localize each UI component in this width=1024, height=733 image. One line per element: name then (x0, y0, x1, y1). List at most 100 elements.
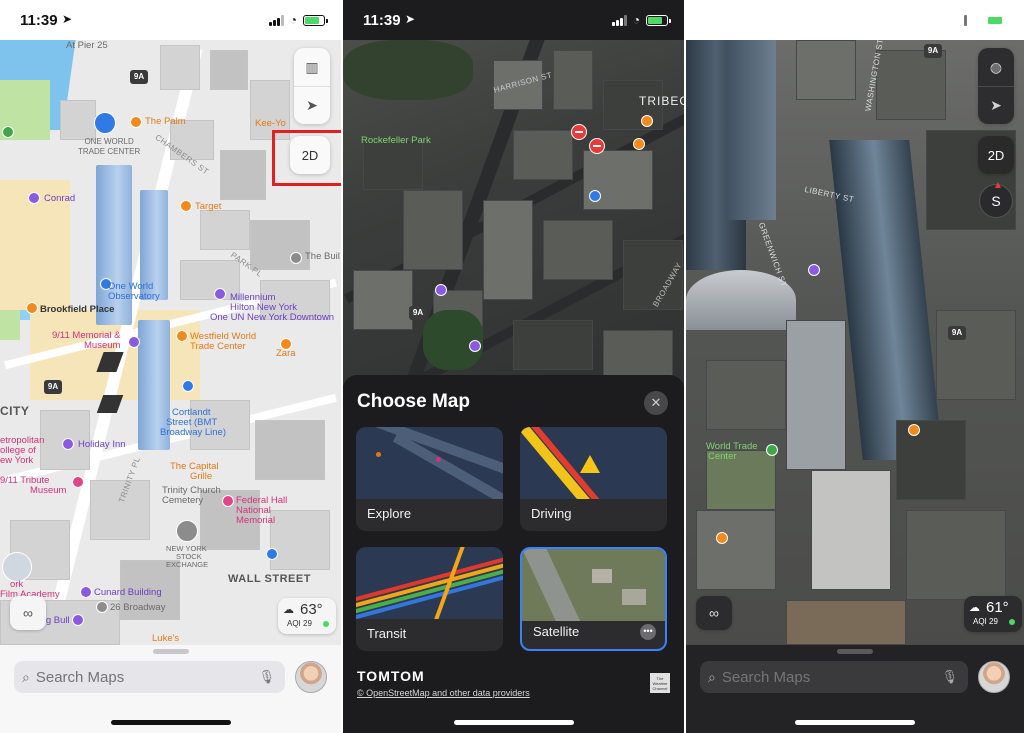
map-icon: ▥ (305, 58, 319, 75)
microphone-icon[interactable]: 🎙 (258, 669, 275, 685)
memorial-pin-icon[interactable] (469, 340, 481, 352)
subway-pin-icon[interactable] (589, 190, 601, 202)
search-sheet: ⌕ 🎙 (0, 645, 341, 733)
stock-exchange-pin-icon[interactable] (176, 520, 198, 542)
sheet-grabber[interactable] (837, 649, 873, 654)
look-around-button[interactable]: ∞ (10, 596, 46, 630)
memorial-pin-icon[interactable] (128, 336, 140, 348)
map-mode-button[interactable]: ◍ (978, 48, 1014, 86)
2d-button-highlight (272, 130, 341, 186)
microphone-icon[interactable]: 🎙 (941, 669, 958, 685)
memorial-pin-icon[interactable] (808, 264, 820, 276)
compass-button[interactable]: S (979, 182, 1013, 218)
landmark-pin-icon[interactable] (435, 284, 447, 296)
satellite-map-canvas[interactable]: WASHINGTON ST LIBERTY ST GREENWICH ST 9A… (686, 40, 1024, 645)
driving-thumbnail (520, 427, 667, 499)
status-time: 11:39 (363, 12, 401, 29)
cellular-signal-icon (268, 14, 284, 26)
map-mode-button[interactable]: ▥ (294, 48, 330, 86)
search-input[interactable] (35, 668, 259, 686)
subway-pin-icon[interactable] (182, 380, 194, 392)
landmark-pin-icon[interactable] (80, 586, 92, 598)
binoculars-icon: ∞ (709, 605, 719, 621)
map-option-driving[interactable]: Driving (520, 427, 667, 531)
building-pin-icon[interactable] (96, 601, 108, 613)
search-sheet: ⌕ 🎙 (686, 645, 1024, 733)
battery-icon (986, 14, 1011, 26)
binoculars-icon: ∞ (23, 605, 33, 621)
map-option-explore[interactable]: Explore (356, 427, 503, 531)
shopping-pin-icon[interactable] (26, 302, 38, 314)
aqi-status-dot (323, 621, 329, 627)
home-indicator (110, 720, 231, 725)
landmark-pin-icon[interactable] (72, 614, 84, 626)
cloud-icon: ☁ (969, 602, 980, 614)
look-around-button[interactable]: ∞ (696, 596, 732, 630)
phone-satellite-map: 11:40 ➤ ◔ WASHINGTON ST LIBERTY ST GREEN… (686, 0, 1024, 733)
account-avatar[interactable] (978, 661, 1010, 693)
food-pin-icon[interactable] (908, 424, 920, 436)
map-controls: ◍ ➤ (978, 48, 1014, 124)
subway-pin-icon[interactable] (266, 548, 278, 560)
store-pin-icon[interactable] (180, 200, 192, 212)
search-bar[interactable]: ⌕ 🎙 (700, 661, 968, 693)
view-mode-control: 2D (978, 136, 1014, 174)
track-location-button[interactable]: ➤ (294, 86, 330, 124)
hotel-pin-icon[interactable] (62, 438, 74, 450)
satellite-thumbnail (522, 549, 665, 621)
weather-widget[interactable]: ☁ 61° AQI 29 (964, 596, 1022, 632)
wifi-icon: ◔ (972, 13, 980, 27)
status-bar: 11:40 ➤ ◔ (686, 0, 1024, 40)
track-location-button[interactable]: ➤ (978, 86, 1014, 124)
search-input[interactable] (721, 668, 942, 686)
map-option-label: Explore (367, 506, 412, 521)
restaurant-pin-icon[interactable] (130, 116, 142, 128)
map-option-transit[interactable]: Transit (356, 547, 503, 651)
cloud-icon: ☁ (283, 604, 294, 616)
wifi-icon: ◔ (289, 13, 297, 27)
food-pin-icon[interactable] (716, 532, 728, 544)
location-services-icon: ➤ (405, 12, 416, 26)
search-bar[interactable]: ⌕ 🎙 (14, 661, 285, 693)
home-indicator (795, 720, 915, 725)
food-pin-icon[interactable] (641, 115, 653, 127)
battery-icon (646, 14, 671, 26)
account-avatar[interactable] (295, 661, 327, 693)
search-icon: ⌕ (708, 668, 716, 685)
no-entry-pin-icon[interactable] (571, 124, 587, 140)
map-controls: ▥ ➤ (294, 48, 330, 124)
transit-thumbnail (356, 547, 503, 619)
2d-toggle-button[interactable]: 2D (978, 136, 1014, 174)
attribution-link[interactable]: © OpenStreetMap and other data providers (357, 688, 530, 698)
park-pin-icon[interactable] (2, 126, 14, 138)
hotel-pin-icon[interactable] (28, 192, 40, 204)
choose-map-title: Choose Map (357, 391, 470, 412)
sheet-grabber[interactable] (152, 649, 189, 654)
map-option-label: Satellite (533, 624, 580, 639)
park-pin-icon[interactable] (766, 444, 778, 456)
phone-choose-map: 11:39 ➤ ◔ HARRISON ST TRIBEC Rockef (343, 0, 684, 733)
status-time: 11:40 (706, 12, 744, 29)
location-services-icon: ➤ (62, 12, 73, 26)
status-time: 11:39 (20, 12, 58, 29)
roundabout-icon (2, 552, 32, 582)
tomtom-logo: TOMTOM (357, 668, 425, 684)
weather-widget[interactable]: ☁ 63° AQI 29 (278, 598, 336, 634)
close-button[interactable]: ✕ (644, 391, 668, 415)
map-option-label: Driving (531, 506, 572, 521)
no-entry-pin-icon[interactable] (589, 138, 605, 154)
cellular-signal-icon (611, 14, 627, 26)
mall-pin-icon[interactable] (176, 330, 188, 342)
satellite-map-canvas[interactable]: HARRISON ST TRIBEC Rockefeller Park 9A B… (343, 40, 684, 385)
hotel-pin-icon[interactable] (214, 288, 226, 300)
more-options-icon[interactable]: ••• (640, 624, 656, 640)
landmark-pin-icon[interactable] (94, 112, 116, 134)
food-pin-icon[interactable] (633, 138, 645, 150)
status-bar: 11:39 ➤ ◔ (343, 0, 684, 40)
battery-icon (303, 14, 328, 26)
museum-pin-icon[interactable] (72, 476, 84, 488)
memorial-pin-icon[interactable] (222, 495, 234, 507)
wifi-icon: ◔ (632, 13, 640, 27)
map-option-satellite[interactable]: Satellite ••• (520, 547, 667, 651)
building-pin-icon[interactable] (290, 252, 302, 264)
